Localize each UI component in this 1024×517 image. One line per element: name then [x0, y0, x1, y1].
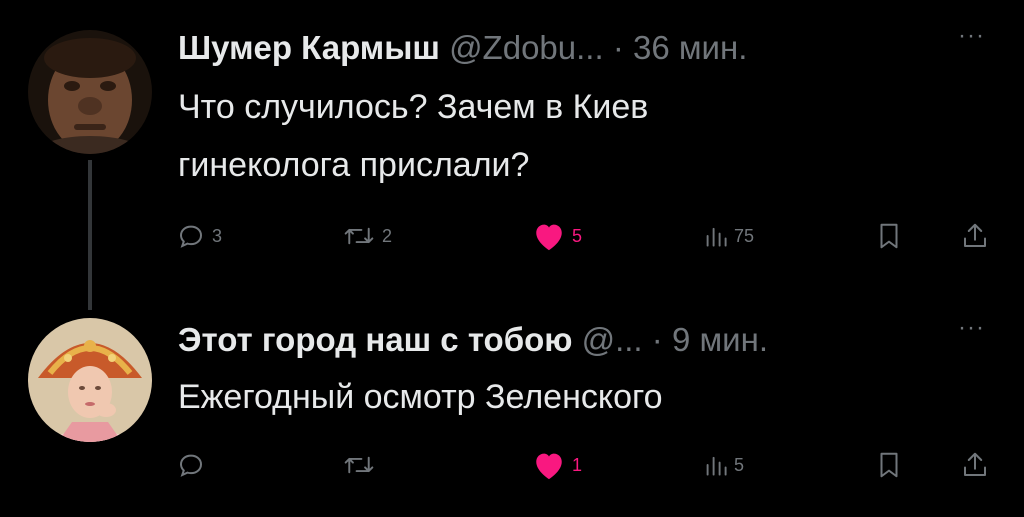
- retweet-count: 2: [382, 225, 393, 246]
- caveman-face-avatar-icon: [28, 30, 152, 154]
- reply-count: 3: [212, 225, 223, 246]
- action-bar: 3 2 5 75: [0, 216, 1024, 256]
- author-name[interactable]: Шумер Кармыш: [178, 29, 440, 66]
- like-button[interactable]: 1: [532, 445, 582, 485]
- share-button[interactable]: [960, 445, 990, 485]
- tweet-header: Шумер Кармыш @Zdobu... · 36 мин.: [178, 28, 747, 68]
- reply-button[interactable]: [176, 445, 212, 485]
- heart-filled-icon: [536, 224, 562, 251]
- timestamp[interactable]: 36 мин.: [633, 29, 747, 66]
- bookmark-icon: [880, 452, 898, 478]
- retweet-icon: [344, 456, 374, 474]
- more-options-icon[interactable]: ···: [958, 314, 985, 342]
- tweet-header: Этот город наш с тобою @... · 9 мин.: [178, 320, 768, 360]
- tweet[interactable]: Шумер Кармыш @Zdobu... · 36 мин. ··· Что…: [0, 0, 1024, 310]
- heart-filled-icon: [536, 453, 562, 480]
- author-avatar[interactable]: [28, 30, 152, 154]
- author-handle[interactable]: @...: [582, 321, 643, 358]
- more-options-icon[interactable]: ···: [958, 22, 985, 50]
- author-name[interactable]: Этот город наш с тобою: [178, 321, 572, 358]
- tweet-text: Ежегодный осмотр Зеленского: [178, 368, 898, 426]
- views-chart-icon: [706, 227, 727, 247]
- share-icon: [964, 452, 986, 476]
- like-count: 5: [572, 225, 583, 246]
- like-count: 1: [572, 454, 583, 475]
- views-button[interactable]: 5: [704, 445, 744, 485]
- reply-button[interactable]: 3: [176, 216, 222, 256]
- woman-in-kokoshnik-avatar-icon: [28, 318, 152, 442]
- retweet-button[interactable]: 2: [342, 216, 392, 256]
- tweet[interactable]: Этот город наш с тобою @... · 9 мин. ···…: [0, 300, 1024, 517]
- bookmark-icon: [880, 223, 898, 249]
- retweet-icon: [344, 227, 374, 245]
- bookmark-button[interactable]: [876, 445, 902, 485]
- timestamp[interactable]: 9 мин.: [672, 321, 768, 358]
- share-button[interactable]: [960, 216, 990, 256]
- views-count: 75: [734, 225, 755, 246]
- tweet-text: Что случилось? Зачем в Киев гинеколога п…: [178, 78, 898, 194]
- reply-icon: [179, 454, 203, 477]
- like-button[interactable]: 5: [532, 216, 582, 256]
- separator-dot: ·: [612, 29, 624, 66]
- views-count: 5: [734, 454, 745, 475]
- tweet-text-line: Ежегодный осмотр Зеленского: [178, 378, 663, 416]
- share-icon: [964, 223, 986, 247]
- tweet-text-line: Что случилось? Зачем в Киев: [178, 88, 649, 126]
- author-handle[interactable]: @Zdobu...: [449, 29, 604, 66]
- reply-icon: [179, 225, 203, 248]
- separator-dot: ·: [651, 321, 663, 358]
- action-bar: 1 5: [0, 445, 1024, 485]
- tweet-text-line: гинеколога прислали?: [178, 146, 530, 184]
- bookmark-button[interactable]: [876, 216, 902, 256]
- author-avatar[interactable]: [28, 318, 152, 442]
- views-chart-icon: [706, 456, 727, 476]
- retweet-button[interactable]: [342, 445, 382, 485]
- views-button[interactable]: 75: [704, 216, 754, 256]
